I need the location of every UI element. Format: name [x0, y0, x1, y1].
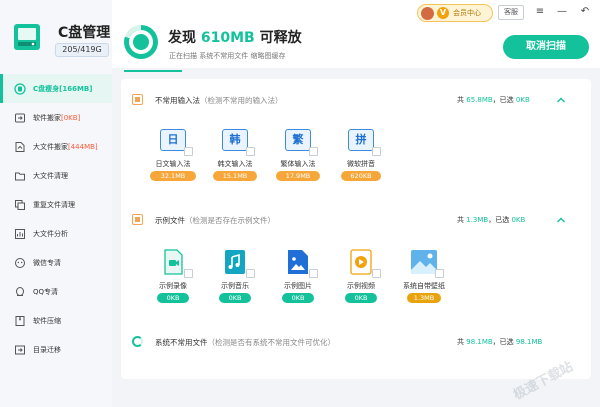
sidebar-item-large-file-clean[interactable]: 大文件清理 — [0, 161, 112, 190]
sidebar-item-duplicate-clean[interactable]: 重复文件清理 — [0, 190, 112, 219]
item-system-wallpaper[interactable]: 系统自带壁纸 1.3MB — [394, 249, 454, 309]
compress-icon — [15, 315, 25, 326]
qq-icon — [16, 286, 24, 296]
sidebar-item-software-compress[interactable]: 软件压缩 — [0, 306, 112, 335]
avatar — [421, 7, 434, 20]
sidebar-item-label: 重复文件清理 — [33, 200, 75, 209]
vip-badge-icon: V — [437, 7, 449, 19]
sidebar-item-large-file-move[interactable]: 大文件搬家[444MB] — [0, 132, 112, 161]
item-checkbox[interactable] — [184, 147, 193, 156]
item-checkbox[interactable] — [372, 269, 381, 278]
section-checkbox[interactable] — [132, 94, 143, 105]
section-header-system-files: 系统不常用文件（检测是否有系统不常用文件可优化） 共 98.1MB，已选 98.… — [121, 329, 591, 355]
section-stat: 共 1.3MB，已选 0KB — [457, 216, 526, 224]
item-sample-picture[interactable]: 示例图片 0KB — [268, 249, 328, 309]
size-badge: 0KB — [282, 293, 314, 303]
sidebar-item-label: 大文件搬家[444MB] — [33, 142, 98, 151]
menu-icon[interactable]: ≡ — [533, 5, 547, 19]
file-move-icon — [15, 141, 25, 152]
item-checkbox[interactable] — [372, 147, 381, 156]
member-center-button[interactable]: V 会员中心 — [417, 4, 493, 22]
scan-status: 正在扫描 系统不常用文件 缩略图缓存 — [169, 52, 286, 60]
customer-service-button[interactable]: 客服 — [498, 5, 524, 20]
sidebar-item-software-move[interactable]: 软件搬家[0KB] — [0, 103, 112, 132]
analysis-icon — [15, 228, 25, 239]
section-header-samples: 示例文件（检测是否存在示例文件） 共 1.3MB，已选 0KB — [121, 207, 591, 233]
cancel-scan-button[interactable]: 取消扫描 — [503, 35, 589, 59]
section-checkbox[interactable] — [132, 214, 143, 225]
sidebar-item-label: QQ专清 — [33, 287, 59, 296]
item-checkbox[interactable] — [309, 269, 318, 278]
item-sample-music[interactable]: 示例音乐 0KB — [205, 249, 265, 309]
section-title: 系统不常用文件（检测是否有系统不常用文件可优化） — [155, 338, 335, 347]
sidebar-nav: C盘瘦身[166MB] 软件搬家[0KB] 大文件搬家[444MB] 大文件清理… — [0, 74, 112, 364]
sidebar-item-label: 大文件清理 — [33, 171, 68, 180]
box-move-icon — [15, 113, 25, 122]
wechat-icon — [15, 257, 25, 268]
size-badge: 0KB — [219, 293, 251, 303]
back-icon[interactable]: ↶ — [578, 5, 592, 19]
sidebar-item-qq-clean[interactable]: QQ专清 — [0, 277, 112, 306]
scan-progress-ring-icon — [124, 25, 158, 59]
sidebar-item-label: C盘瘦身[166MB] — [33, 84, 93, 93]
scan-results-panel: 不常用输入法（检测不常用的输入法） 共 65.8MB，已选 0KB 日 日文输入… — [121, 79, 591, 379]
sidebar-item-wechat-clean[interactable]: 微信专清 — [0, 248, 112, 277]
sidebar-item-label: 微信专清 — [33, 258, 61, 267]
sidebar-item-label: 大文件分析 — [33, 229, 68, 238]
item-checkbox[interactable] — [246, 269, 255, 278]
section-header-ime: 不常用输入法（检测不常用的输入法） 共 65.8MB，已选 0KB — [121, 87, 591, 113]
section-title: 示例文件（检测是否存在示例文件） — [155, 216, 275, 225]
chevron-up-icon[interactable] — [556, 95, 566, 105]
folder-icon — [15, 172, 25, 180]
scan-progress-bar — [124, 70, 182, 72]
member-center-label: 会员中心 — [453, 9, 481, 17]
minimize-icon[interactable]: — — [555, 5, 569, 19]
item-checkbox[interactable] — [435, 269, 444, 278]
sidebar-item-label: 目录迁移 — [33, 345, 61, 354]
item-traditional-ime[interactable]: 繁 繁体输入法 17.9MB — [268, 127, 328, 187]
item-japanese-ime[interactable]: 日 日文输入法 32.1MB — [143, 127, 203, 187]
sidebar-item-large-file-analysis[interactable]: 大文件分析 — [0, 219, 112, 248]
size-badge: 0KB — [157, 293, 189, 303]
sidebar: C盘管理 205/419G C盘瘦身[166MB] 软件搬家[0KB] 大文件搬… — [0, 0, 112, 407]
size-badge: 1.3MB — [407, 293, 441, 303]
chevron-up-icon[interactable] — [556, 215, 566, 225]
size-badge: 15.1MB — [213, 171, 257, 181]
section-title: 不常用输入法（检测不常用的输入法） — [155, 96, 283, 105]
migrate-icon — [15, 345, 25, 354]
size-badge: 620KB — [341, 171, 381, 181]
item-microsoft-pinyin[interactable]: 拼 微软拼音 620KB — [331, 127, 391, 187]
loading-spinner-icon — [132, 336, 143, 347]
capacity-badge: 205/419G — [55, 43, 109, 57]
sidebar-item-directory-migrate[interactable]: 目录迁移 — [0, 335, 112, 364]
headline: 发现 610MB 可释放 — [168, 30, 302, 46]
brand: C盘管理 205/419G — [10, 18, 110, 62]
item-checkbox[interactable] — [184, 269, 193, 278]
item-sample-recording[interactable]: 示例录像 0KB — [143, 249, 203, 309]
item-checkbox[interactable] — [309, 147, 318, 156]
item-sample-video[interactable]: 示例视频 0KB — [331, 249, 391, 309]
size-badge: 0KB — [345, 293, 377, 303]
broom-icon — [14, 82, 26, 95]
sidebar-item-label: 软件搬家[0KB] — [33, 113, 81, 122]
section-stat: 共 98.1MB，已选 98.1MB — [457, 338, 543, 346]
item-checkbox[interactable] — [246, 147, 255, 156]
top-bar: 发现 610MB 可释放 正在扫描 系统不常用文件 缩略图缓存 V 会员中心 客… — [112, 0, 600, 72]
sidebar-item-c-slim[interactable]: C盘瘦身[166MB] — [0, 74, 112, 103]
size-badge: 17.9MB — [276, 171, 320, 181]
drive-logo-icon — [14, 24, 40, 50]
duplicate-icon — [15, 199, 25, 210]
app-title: C盘管理 — [58, 25, 111, 41]
item-korean-ime[interactable]: 韩 韩文输入法 15.1MB — [205, 127, 265, 187]
size-badge: 32.1MB — [150, 171, 196, 181]
section-stat: 共 65.8MB，已选 0KB — [457, 96, 530, 104]
sidebar-item-label: 软件压缩 — [33, 316, 61, 325]
